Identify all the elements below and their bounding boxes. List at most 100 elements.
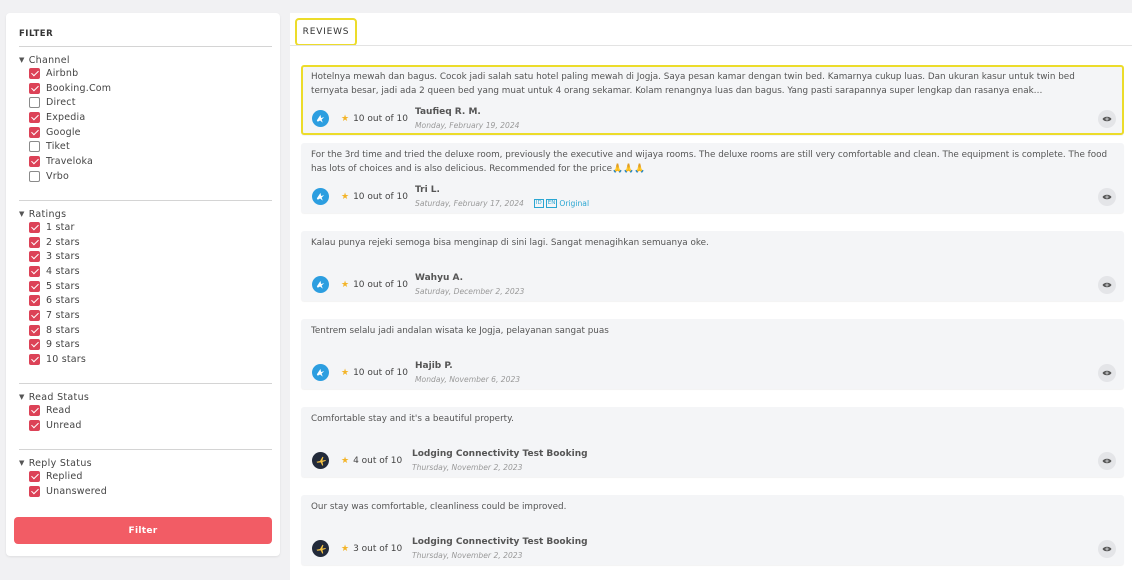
review-date: Saturday, December 2, 2023 (415, 287, 524, 296)
ratings-group-toggle[interactable]: ▼ Ratings (19, 208, 269, 220)
eye-icon[interactable] (1098, 452, 1116, 470)
channel-group-toggle[interactable]: ▼ Channel (19, 54, 269, 66)
star-icon: ★ (341, 280, 350, 290)
checkbox-checked[interactable] (29, 251, 40, 263)
review-rating: ★ 3 out of 10 (341, 544, 402, 554)
divider (19, 449, 272, 450)
eye-icon[interactable] (1098, 276, 1116, 294)
filter-option-3-stars[interactable]: 3 stars (19, 249, 269, 264)
review-card[interactable]: Tentrem selalu jadi andalan wisata ke Jo… (301, 319, 1124, 389)
review-author: Taufieq R. M. (415, 107, 481, 117)
filter-option-expedia[interactable]: Expedia (19, 110, 269, 125)
checkbox-checked[interactable] (29, 111, 40, 123)
star-icon: ★ (341, 114, 350, 124)
review-card[interactable]: Kalau punya rejeki semoga bisa menginap … (301, 231, 1124, 301)
rating-value: 3 out of 10 (353, 544, 403, 554)
checkbox-checked[interactable] (29, 236, 40, 248)
star-icon: ★ (341, 456, 350, 466)
review-card[interactable]: Comfortable stay and it's a beautiful pr… (301, 407, 1124, 477)
checkbox-unchecked[interactable] (29, 141, 40, 153)
filter-option-airbnb[interactable]: Airbnb (19, 66, 269, 81)
review-text: Our stay was comfortable, cleanliness co… (311, 502, 567, 512)
filter-option-1-star[interactable]: 1 star (19, 220, 269, 235)
checkbox-checked[interactable] (29, 339, 40, 351)
ratings-filter-group: ▼ Ratings 1 star 2 stars 3 stars 4 stars 5 s… (19, 208, 269, 367)
checkbox-checked[interactable] (29, 280, 40, 292)
checkbox-checked[interactable] (29, 67, 40, 79)
filter-option-2-stars[interactable]: 2 stars (19, 235, 269, 250)
filter-option-google[interactable]: Google (19, 125, 269, 140)
filter-option-label: 8 stars (46, 324, 80, 336)
review-date: Thursday, November 2, 2023 (412, 551, 522, 560)
filter-option-9-stars[interactable]: 9 stars (19, 338, 269, 353)
reply-status-filter-group: ▼ Reply Status Replied Unanswered (19, 457, 269, 498)
review-rating: ★ 10 out of 10 (341, 114, 408, 124)
eye-icon[interactable] (1098, 540, 1116, 558)
checkbox-checked[interactable] (29, 354, 40, 366)
checkbox-checked[interactable] (29, 155, 40, 167)
eye-icon[interactable] (1098, 188, 1116, 206)
checkbox-unchecked[interactable] (29, 170, 40, 182)
expedia-icon (312, 452, 329, 469)
checkbox-checked[interactable] (29, 324, 40, 336)
review-text: Kalau punya rejeki semoga bisa menginap … (311, 238, 709, 248)
eye-icon[interactable] (1098, 110, 1116, 128)
review-card[interactable]: Hotelnya mewah dan bagus. Cocok jadi sal… (301, 65, 1124, 135)
reply-status-group-toggle[interactable]: ▼ Reply Status (19, 457, 269, 469)
filter-option-6-stars[interactable]: 6 stars (19, 293, 269, 308)
filter-option-traveloka[interactable]: Traveloka (19, 154, 269, 169)
filter-option-8-stars[interactable]: 8 stars (19, 323, 269, 338)
filter-option-label: Airbnb (46, 67, 79, 79)
expedia-icon (312, 540, 329, 557)
filter-panel: FILTER ▼ Channel Airbnb Booking.Com Direct… (6, 13, 280, 556)
checkbox-checked[interactable] (29, 485, 40, 497)
checkbox-checked[interactable] (29, 221, 40, 233)
filter-option-7-stars[interactable]: 7 stars (19, 308, 269, 323)
filter-option-5-stars[interactable]: 5 stars (19, 279, 269, 294)
checkbox-checked[interactable] (29, 404, 40, 416)
review-rating: ★ 10 out of 10 (341, 368, 408, 378)
filter-option-label: Expedia (46, 111, 86, 123)
review-card[interactable]: Our stay was comfortable, cleanliness co… (301, 495, 1124, 565)
filter-option-label: 2 stars (46, 236, 80, 248)
review-date-text: Saturday, February 17, 2024 (415, 199, 524, 208)
filter-option-direct[interactable]: Direct (19, 95, 269, 110)
review-rating: ★ 10 out of 10 (341, 280, 408, 290)
tab-reviews[interactable]: REVIEWS (295, 18, 357, 46)
review-card[interactable]: For the 3rd time and tried the deluxe ro… (301, 143, 1124, 213)
filter-option-label: Replied (46, 470, 83, 482)
checkbox-unchecked[interactable] (29, 97, 40, 109)
filter-option-unanswered[interactable]: Unanswered (19, 484, 269, 499)
filter-option-unread[interactable]: Unread (19, 418, 269, 433)
filter-option-4-stars[interactable]: 4 stars (19, 264, 269, 279)
checkbox-checked[interactable] (29, 295, 40, 307)
star-icon: ★ (341, 192, 350, 202)
filter-option-label: 1 star (46, 221, 75, 233)
checkbox-checked[interactable] (29, 126, 40, 138)
checkbox-checked[interactable] (29, 309, 40, 321)
original-label: Original (559, 199, 590, 208)
translate-icon: ID (533, 199, 544, 208)
review-text: Comfortable stay and it's a beautiful pr… (311, 414, 514, 424)
filter-option-label: Tiket (46, 141, 70, 153)
eye-icon[interactable] (1098, 364, 1116, 382)
original-language-toggle[interactable]: ID EN Original (533, 199, 590, 208)
rating-value: 10 out of 10 (353, 114, 408, 124)
traveloka-icon (312, 364, 329, 381)
filter-option-read[interactable]: Read (19, 403, 269, 418)
filter-option-label: Traveloka (46, 155, 94, 167)
checkbox-checked[interactable] (29, 265, 40, 277)
filter-option-replied[interactable]: Replied (19, 469, 269, 484)
checkbox-checked[interactable] (29, 470, 40, 482)
filter-button[interactable]: Filter (14, 517, 272, 544)
checkbox-checked[interactable] (29, 82, 40, 94)
filter-option-booking-com[interactable]: Booking.Com (19, 81, 269, 96)
filter-option-vrbo[interactable]: Vrbo (19, 169, 269, 184)
read-status-group-toggle[interactable]: ▼ Read Status (19, 391, 269, 403)
checkbox-checked[interactable] (29, 419, 40, 431)
filter-option-label: Vrbo (46, 170, 70, 182)
filter-option-tiket[interactable]: Tiket (19, 139, 269, 154)
star-icon: ★ (341, 368, 350, 378)
filter-option-10-stars[interactable]: 10 stars (19, 352, 269, 367)
filter-option-label: 9 stars (46, 339, 80, 351)
